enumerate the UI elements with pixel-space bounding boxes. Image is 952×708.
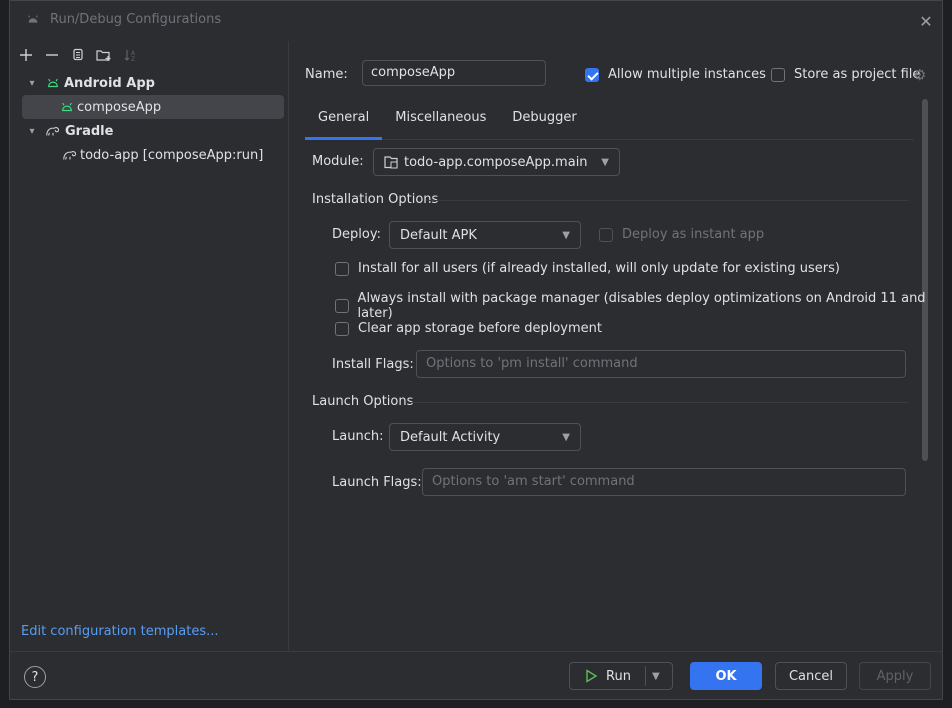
tab-bar: General Miscellaneous Debugger [305, 99, 914, 140]
tree-item-label: Android App [64, 75, 155, 91]
run-icon [586, 669, 598, 683]
divider [411, 402, 908, 403]
chevron-down-icon: ▼ [562, 431, 570, 443]
config-editor: Name: composeApp Allow multiple instance… [289, 41, 942, 651]
new-folder-icon[interactable] [94, 45, 114, 65]
tree-item-todo-app[interactable]: todo-app [composeApp:run] [10, 143, 288, 167]
deploy-select[interactable]: Default APK ▼ [389, 221, 581, 249]
install-all-users-checkbox[interactable] [335, 261, 349, 276]
gear-icon[interactable]: ⚙ [913, 66, 926, 84]
launch-flags-input[interactable]: Options to 'am start' command [422, 468, 906, 496]
tree-group-android-app[interactable]: ▾ Android App [10, 71, 288, 95]
option-label: Clear app storage before deployment [358, 321, 602, 336]
store-as-project-row[interactable]: Store as project file [771, 67, 920, 82]
android-icon [28, 15, 38, 23]
launch-options-title: Launch Options [312, 394, 414, 409]
divider [645, 666, 646, 686]
android-icon [48, 78, 58, 88]
run-label: Run [606, 668, 631, 684]
ok-button[interactable]: OK [690, 662, 762, 690]
config-tree: ▾ Android App composeApp ▾ Gradle todo-a… [10, 71, 288, 167]
tree-toolbar: AZ [16, 45, 140, 67]
install-flags-label: Install Flags: [332, 357, 414, 372]
name-input[interactable]: composeApp [362, 60, 546, 86]
allow-multiple-label: Allow multiple instances [608, 67, 766, 82]
instant-app-label: Deploy as instant app [622, 227, 765, 242]
help-button[interactable]: ? [24, 666, 46, 688]
chevron-down-icon: ▼ [562, 229, 570, 241]
tree-item-composeapp[interactable]: composeApp [22, 95, 284, 119]
close-icon[interactable]: ✕ [916, 11, 936, 31]
tab-general[interactable]: General [305, 99, 383, 140]
gradle-icon [46, 127, 60, 136]
tab-miscellaneous[interactable]: Miscellaneous [382, 99, 499, 139]
store-as-project-checkbox[interactable] [771, 67, 785, 82]
launch-label: Launch: [332, 429, 384, 444]
dialog-footer: ? Run ▼ OK Cancel Apply [10, 651, 942, 702]
gradle-icon [63, 151, 77, 160]
instant-app-row: Deploy as instant app [599, 227, 764, 242]
android-icon [62, 102, 72, 112]
chevron-down-icon: ▼ [601, 156, 609, 168]
package-manager-row[interactable]: Always install with package manager (dis… [335, 291, 942, 321]
title-bar: Run/Debug Configurations ✕ [10, 1, 942, 41]
sort-icon[interactable]: AZ [120, 45, 140, 65]
edit-templates-link[interactable]: Edit configuration templates... [21, 624, 219, 639]
clear-storage-checkbox[interactable] [335, 321, 349, 336]
run-debug-dialog: Run/Debug Configurations ✕ AZ ▾ Android … [9, 0, 943, 700]
chevron-down-icon[interactable]: ▾ [26, 78, 38, 89]
launch-select[interactable]: Default Activity ▼ [389, 423, 581, 451]
scrollbar[interactable] [922, 99, 928, 461]
divider [427, 200, 908, 201]
svg-text:Z: Z [131, 56, 135, 62]
tab-debugger[interactable]: Debugger [499, 99, 589, 139]
module-select[interactable]: todo-app.composeApp.main ▼ [373, 148, 620, 176]
allow-multiple-checkbox-row[interactable]: Allow multiple instances [585, 67, 766, 82]
module-label: Module: [312, 154, 364, 169]
option-label: Install for all users (if already instal… [358, 261, 840, 276]
install-all-users-row[interactable]: Install for all users (if already instal… [335, 261, 840, 276]
chevron-down-icon[interactable]: ▾ [26, 126, 38, 137]
deploy-value: Default APK [400, 227, 477, 243]
chevron-down-icon[interactable]: ▼ [652, 671, 660, 682]
launch-value: Default Activity [400, 429, 501, 445]
deploy-label: Deploy: [332, 227, 381, 242]
config-tree-panel: AZ ▾ Android App composeApp ▾ Gradle tod… [10, 41, 289, 651]
package-manager-checkbox[interactable] [335, 299, 349, 313]
option-label: Always install with package manager (dis… [357, 291, 926, 321]
launch-flags-label: Launch Flags: [332, 475, 422, 490]
store-as-project-label: Store as project file [794, 67, 921, 82]
remove-icon[interactable] [42, 45, 62, 65]
copy-icon[interactable] [68, 45, 88, 65]
apply-button[interactable]: Apply [859, 662, 931, 690]
installation-options-title: Installation Options [312, 192, 439, 207]
module-value: todo-app.composeApp.main [404, 154, 588, 170]
run-button[interactable]: Run ▼ [569, 662, 673, 690]
module-folder-icon [384, 156, 398, 169]
install-flags-input[interactable]: Options to 'pm install' command [416, 350, 906, 378]
name-label: Name: [305, 67, 348, 82]
add-icon[interactable] [16, 45, 36, 65]
tree-item-label: composeApp [77, 99, 162, 115]
tree-group-gradle[interactable]: ▾ Gradle [10, 119, 288, 143]
cancel-button[interactable]: Cancel [775, 662, 847, 690]
tree-item-label: todo-app [composeApp:run] [80, 147, 264, 163]
clear-storage-row[interactable]: Clear app storage before deployment [335, 321, 602, 336]
window-title: Run/Debug Configurations [50, 12, 222, 27]
tree-item-label: Gradle [65, 123, 114, 139]
allow-multiple-checkbox[interactable] [585, 67, 599, 82]
instant-app-checkbox [599, 227, 613, 242]
